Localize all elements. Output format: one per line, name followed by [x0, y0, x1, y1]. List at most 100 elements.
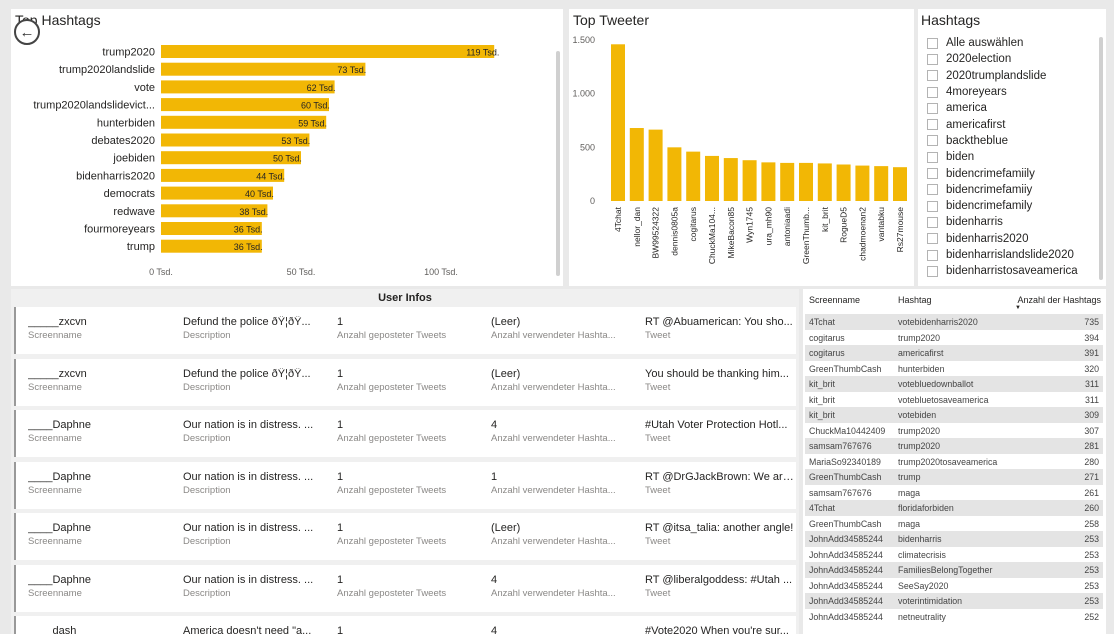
- tweeter-bar[interactable]: [817, 163, 832, 201]
- table-row[interactable]: GreenThumbCash hunterbiden 320: [805, 361, 1103, 377]
- tweeter-bar[interactable]: [611, 44, 625, 201]
- checkbox-icon[interactable]: [927, 168, 938, 180]
- user-card[interactable]: _____zxcvn Screenname Defund the police ðŸ…: [14, 358, 796, 406]
- slicer-item[interactable]: bidencrimefamiily: [927, 165, 1102, 181]
- checkbox-icon[interactable]: [927, 184, 938, 196]
- hashtags-value: 1: [491, 470, 498, 483]
- slicer-item[interactable]: Alle auswählen: [927, 35, 1102, 51]
- table-row[interactable]: JohnAdd34585244 netneutrality 252: [805, 609, 1103, 625]
- slicer-item[interactable]: bidencrimefamily: [927, 198, 1102, 214]
- slicer-item[interactable]: bidenharristosaveamerica: [927, 263, 1102, 279]
- tweeter-bar[interactable]: [648, 129, 663, 201]
- y-tick-label: 500: [580, 142, 595, 152]
- slicer-item[interactable]: 4moreyears: [927, 84, 1102, 100]
- cell-hashtag: voterintimidation: [898, 596, 963, 606]
- x-tick-label: Rs27mouse: [895, 207, 905, 253]
- table-row[interactable]: JohnAdd34585244 bidenharris 253: [805, 531, 1103, 547]
- checkbox-icon[interactable]: [927, 102, 938, 114]
- slicer-item[interactable]: bidenharris2020: [927, 231, 1102, 247]
- description-value: Our nation is in distress. ...: [183, 419, 314, 431]
- user-card[interactable]: ____Daphne Screenname Our nation is in dis…: [14, 513, 796, 560]
- slicer-item[interactable]: bidencrimefamiiy: [927, 182, 1102, 198]
- slicer-item[interactable]: americafirst: [927, 116, 1102, 132]
- description-value: Defund the police ðŸ¦ðŸ...: [183, 367, 311, 380]
- tweeter-bar[interactable]: [874, 166, 889, 201]
- table-row[interactable]: GreenThumbCash trump 271: [805, 469, 1103, 485]
- checkbox-icon[interactable]: [927, 151, 938, 163]
- slicer-item-label: 2020trumplandslide: [946, 69, 1047, 82]
- checkbox-icon[interactable]: [927, 233, 938, 245]
- checkbox-icon[interactable]: [927, 135, 938, 147]
- header-count[interactable]: Anzahl der Hashtags: [1017, 295, 1101, 305]
- hashtags-scrollbar[interactable]: [556, 51, 560, 276]
- hashtag-bar[interactable]: [161, 45, 495, 58]
- tweeter-bar[interactable]: [836, 164, 851, 201]
- checkbox-icon[interactable]: [927, 37, 938, 49]
- checkbox-icon[interactable]: [927, 249, 938, 261]
- user-field-tweet: You should be thanking him... Tweet: [645, 359, 795, 393]
- user-card[interactable]: ____dash____Screenname America doesn't ne…: [14, 616, 796, 634]
- tweeter-bar[interactable]: [705, 155, 719, 201]
- back-arrow-icon[interactable]: ←: [14, 19, 40, 45]
- tweeter-bar[interactable]: [742, 160, 757, 201]
- table-row[interactable]: JohnAdd34585244 voterintimidation 253: [805, 593, 1103, 609]
- table-row[interactable]: JohnAdd34585244 SeeSay2020 253: [805, 578, 1103, 594]
- checkbox-icon[interactable]: [927, 53, 938, 65]
- user-card[interactable]: ____Daphne Screenname Our nation is in dis…: [14, 461, 796, 509]
- slicer-item[interactable]: biden: [927, 149, 1102, 165]
- table-row[interactable]: 4Tchat votebidenharris2020 735: [805, 314, 1103, 330]
- header-hashtag[interactable]: Hashtag: [898, 295, 932, 305]
- checkbox-icon[interactable]: [927, 119, 938, 131]
- tweets-label: Anzahl geposteter Tweets: [337, 330, 447, 341]
- checkbox-icon[interactable]: [927, 200, 938, 212]
- screenname-value: ____Daphne: [28, 419, 92, 431]
- user-card[interactable]: ____Daphne Screenname Our nation is in dis…: [14, 564, 796, 612]
- tweet-label: Tweet: [645, 536, 671, 547]
- slicer-item[interactable]: bidenharrislandslide2020: [927, 247, 1102, 263]
- slicer-item[interactable]: 2020election: [927, 51, 1102, 67]
- tweet-label: Tweet: [645, 330, 671, 341]
- tweeter-bar[interactable]: [723, 158, 738, 201]
- tweeter-bar[interactable]: [761, 162, 776, 201]
- checkbox-icon[interactable]: [927, 86, 938, 98]
- tweets-value: 1: [337, 470, 344, 483]
- checkbox-icon[interactable]: [927, 265, 938, 277]
- tweeter-bar[interactable]: [667, 147, 682, 201]
- cell-screenname: kit_brit: [809, 394, 835, 405]
- user-card[interactable]: _____zxcvn Screenname Defund the police ðŸ…: [14, 307, 796, 354]
- table-row[interactable]: MariaSo92340189 trump2020tosaveamerica 280: [805, 454, 1103, 470]
- x-tick-label: ura_mh90: [763, 207, 773, 246]
- slicer-scrollbar[interactable]: [1099, 37, 1103, 280]
- table-row[interactable]: ChuckMa10442409 trump2020 307: [805, 423, 1103, 439]
- x-tick-label: kit_brit: [820, 206, 830, 232]
- tweeter-bar[interactable]: [686, 151, 701, 201]
- tweeter-bar[interactable]: [893, 167, 907, 201]
- slicer-item[interactable]: america: [927, 100, 1102, 116]
- user-field-description: Our nation is in distress. ... Descriptio…: [183, 410, 333, 444]
- table-row[interactable]: JohnAdd34585244 FamiliesBelongTogether 253: [805, 562, 1103, 578]
- table-row[interactable]: cogitarus trump2020 394: [805, 330, 1103, 346]
- checkbox-icon[interactable]: [927, 216, 938, 228]
- table-row[interactable]: kit_brit votebiden 309: [805, 407, 1103, 423]
- checkbox-icon[interactable]: [927, 70, 938, 82]
- hashtag-bar[interactable]: [161, 62, 366, 76]
- tweeter-bar[interactable]: [855, 165, 870, 201]
- user-field-description: Defund the police ðŸ¦ðŸ... Description: [183, 359, 333, 393]
- sort-desc-icon[interactable]: ▼: [1015, 305, 1021, 311]
- table-row[interactable]: JohnAdd34585244 climatecrisis 253: [805, 547, 1103, 563]
- user-card[interactable]: ____Daphne Screenname Our nation is in dis…: [14, 410, 796, 457]
- table-row[interactable]: samsam767676 maga 261: [805, 485, 1103, 501]
- tweeter-bar[interactable]: [780, 162, 795, 201]
- table-row[interactable]: cogitarus americafirst 391: [805, 345, 1103, 361]
- slicer-item[interactable]: bidenharris: [927, 214, 1102, 230]
- header-screenname[interactable]: Screenname: [809, 295, 860, 305]
- table-row[interactable]: samsam767676 trump2020 281: [805, 438, 1103, 454]
- table-row[interactable]: kit_brit votebluedownballot 311: [805, 376, 1103, 392]
- table-row[interactable]: GreenThumbCash maga 258: [805, 516, 1103, 532]
- tweeter-bar[interactable]: [629, 128, 644, 201]
- slicer-item[interactable]: backtheblue: [927, 133, 1102, 149]
- tweeter-bar[interactable]: [799, 162, 813, 201]
- table-row[interactable]: 4Tchat floridaforbiden 260: [805, 500, 1103, 516]
- table-row[interactable]: kit_brit votebluetosaveamerica 311: [805, 392, 1103, 408]
- slicer-item[interactable]: 2020trumplandslide: [927, 68, 1102, 84]
